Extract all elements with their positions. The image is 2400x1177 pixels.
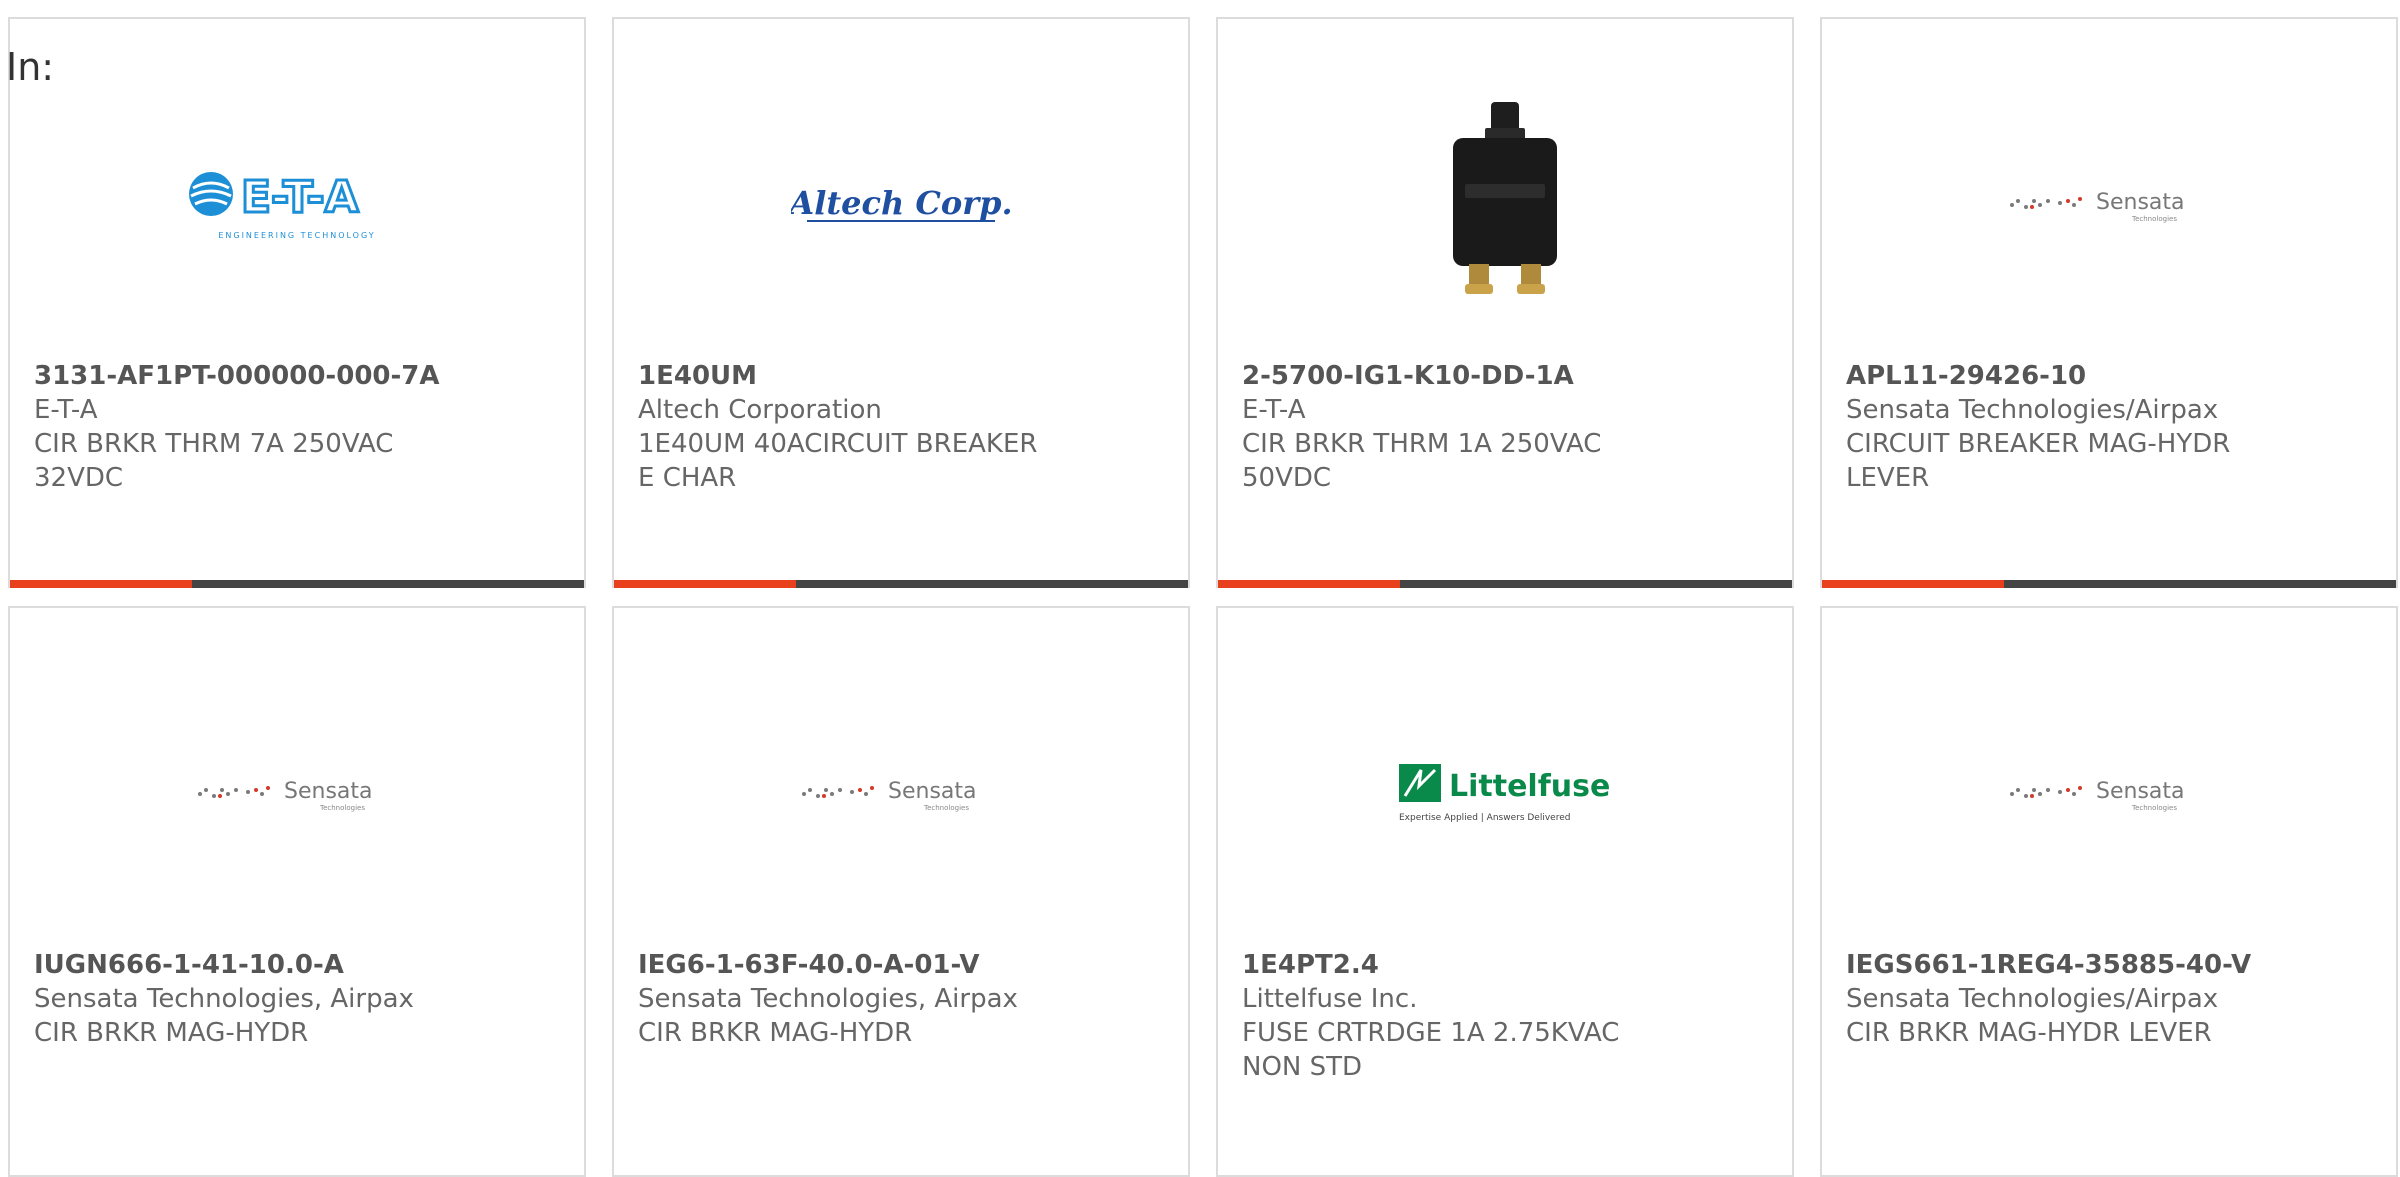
card-progress-bar — [1218, 580, 1792, 588]
manufacturer: E-T-A — [34, 395, 98, 425]
product-card[interactable]: Sensata Technologies IUGN666-1-41-10.0-A… — [8, 606, 586, 1177]
sensata-logo: Sensata Technologies — [10, 658, 584, 928]
description: CIRCUIT BREAKER MAG-HYDR LEVER — [1846, 429, 2231, 493]
description: CIR BRKR MAG-HYDR — [34, 1018, 309, 1048]
littelfuse-logo-text: Littelfuse — [1449, 769, 1610, 804]
manufacturer: Sensata Technologies, Airpax — [638, 984, 1018, 1014]
part-number[interactable]: APL11-29426-10 — [1846, 359, 2372, 393]
sensata-logo-subtitle: Technologies — [2131, 215, 2177, 223]
product-card[interactable]: Sensata Technologies APL11-29426-10 Sens… — [1820, 17, 2398, 588]
card-progress-accent — [614, 580, 796, 588]
card-progress-bar — [1822, 580, 2396, 588]
card-progress-accent — [1218, 580, 1400, 588]
description: FUSE CRTRDGE 1A 2.75KVAC NON STD — [1242, 1018, 1620, 1082]
product-card[interactable]: Sensata Technologies IEGS661-1REG4-35885… — [1820, 606, 2398, 1177]
altech-logo-text: Altech Corp. — [791, 184, 1011, 222]
sensata-logo-text: Sensata — [284, 779, 373, 804]
product-card[interactable]: Altech Corp. 1E40UM Altech Corporation 1… — [612, 17, 1190, 588]
sensata-logo-text: Sensata — [2096, 190, 2185, 215]
product-card[interactable]: E-T-A ENGINEERING TECHNOLOGY 3131-AF1PT-… — [8, 17, 586, 588]
sensata-logo: Sensata Technologies — [614, 658, 1188, 928]
product-grid: E-T-A ENGINEERING TECHNOLOGY 3131-AF1PT-… — [8, 17, 2398, 1177]
filter-label: In: — [6, 45, 55, 89]
manufacturer: Altech Corporation — [638, 395, 882, 425]
part-number[interactable]: 3131-AF1PT-000000-000-7A — [34, 359, 560, 393]
littelfuse-logo: Littelfuse Expertise Applied | Answers D… — [1218, 658, 1792, 928]
description: CIR BRKR MAG-HYDR LEVER — [1846, 1018, 2212, 1048]
part-number[interactable]: IUGN666-1-41-10.0-A — [34, 948, 560, 982]
part-number[interactable]: IEGS661-1REG4-35885-40-V — [1846, 948, 2372, 982]
eta-logo: E-T-A ENGINEERING TECHNOLOGY — [10, 69, 584, 339]
product-card[interactable]: 2-5700-IG1-K10-DD-1A E-T-A CIR BRKR THRM… — [1216, 17, 1794, 588]
eta-logo-subtitle: ENGINEERING TECHNOLOGY — [218, 231, 375, 240]
sensata-logo: Sensata Technologies — [1822, 658, 2396, 928]
sensata-logo-text: Sensata — [888, 779, 977, 804]
card-progress-accent — [10, 580, 192, 588]
card-progress-accent — [1822, 580, 2004, 588]
description: CIR BRKR MAG-HYDR — [638, 1018, 913, 1048]
card-progress-bar — [614, 580, 1188, 588]
description: CIR BRKR THRM 7A 250VAC 32VDC — [34, 429, 394, 493]
manufacturer: E-T-A — [1242, 395, 1306, 425]
description: 1E40UM 40ACIRCUIT BREAKER E CHAR — [638, 429, 1038, 493]
manufacturer: Littelfuse Inc. — [1242, 984, 1418, 1014]
part-number[interactable]: 2-5700-IG1-K10-DD-1A — [1242, 359, 1768, 393]
card-progress-bar — [10, 580, 584, 588]
description: CIR BRKR THRM 1A 250VAC 50VDC — [1242, 429, 1602, 493]
part-number[interactable]: 1E4PT2.4 — [1242, 948, 1768, 982]
sensata-logo-subtitle: Technologies — [2131, 804, 2177, 812]
manufacturer: Sensata Technologies/Airpax — [1846, 395, 2219, 425]
sensata-logo-subtitle: Technologies — [319, 804, 365, 812]
product-card[interactable]: Littelfuse Expertise Applied | Answers D… — [1216, 606, 1794, 1177]
sensata-logo-text: Sensata — [2096, 779, 2185, 804]
product-card[interactable]: Sensata Technologies IEG6-1-63F-40.0-A-0… — [612, 606, 1190, 1177]
part-number[interactable]: IEG6-1-63F-40.0-A-01-V — [638, 948, 1164, 982]
manufacturer: Sensata Technologies/Airpax — [1846, 984, 2219, 1014]
altech-logo: Altech Corp. — [614, 69, 1188, 339]
breaker-product-image — [1218, 69, 1792, 339]
eta-logo-text: E-T-A — [241, 172, 359, 223]
manufacturer: Sensata Technologies, Airpax — [34, 984, 414, 1014]
sensata-logo: Sensata Technologies — [1822, 69, 2396, 339]
sensata-logo-subtitle: Technologies — [923, 804, 969, 812]
part-number[interactable]: 1E40UM — [638, 359, 1164, 393]
littelfuse-logo-subtitle: Expertise Applied | Answers Delivered — [1399, 813, 1570, 823]
